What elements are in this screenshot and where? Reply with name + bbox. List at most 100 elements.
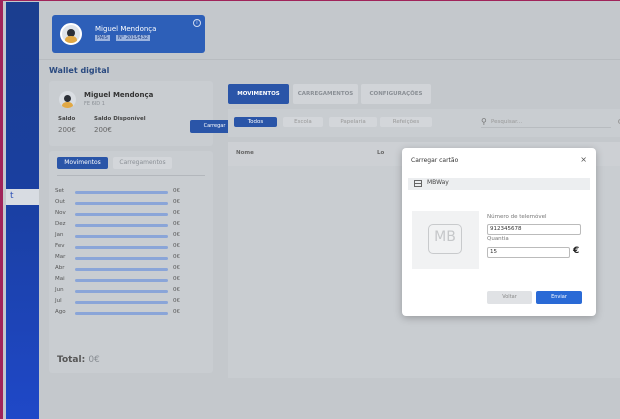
mb-logo: MB [412, 211, 479, 269]
wallet-profile-panel: Miguel Mendonça FE 6ID 1 Saldo Saldo Dis… [49, 81, 239, 146]
search-icon: ⚲ [481, 117, 487, 126]
page-title: Wallet digital [49, 66, 110, 75]
amount-label: Quantia [487, 236, 509, 242]
month-value: 0€ [173, 309, 180, 315]
month-bar [75, 213, 168, 216]
modal-title: Carregar cartão [411, 157, 459, 164]
avatar [59, 91, 76, 108]
month-bar [75, 235, 168, 238]
user-badge-2: N° 2015432 [116, 35, 151, 41]
tab-configuracoes[interactable]: CONFIGURAÇÕES [361, 84, 431, 104]
tab-movimentos[interactable]: Movimentos [57, 157, 108, 169]
total-value: 0€ [88, 355, 100, 365]
month-row: Nov 0€ [55, 209, 180, 219]
month-label: Mar [55, 254, 66, 260]
sidebar-selected-item[interactable]: t [6, 189, 39, 205]
month-label: Ago [55, 309, 66, 315]
amount-field[interactable]: 15 [487, 247, 570, 258]
close-icon[interactable]: × [580, 155, 587, 164]
month-label: Jul [55, 298, 62, 304]
search-input[interactable]: ⚲ Pesquisar... [481, 117, 611, 128]
month-row: Jan 0€ [55, 231, 180, 241]
card-icon [414, 180, 422, 187]
user-card[interactable]: Miguel Mendonça PAIS N° 2015432 i [52, 15, 205, 53]
month-label: Jun [55, 287, 64, 293]
month-row: Mai 0€ [55, 275, 180, 285]
mb-logo-mark: MB [428, 224, 462, 254]
month-value: 0€ [173, 276, 180, 282]
enviar-button[interactable]: Enviar [536, 291, 582, 304]
month-row: Mar 0€ [55, 253, 180, 263]
month-label: Fev [55, 243, 65, 249]
month-value: 0€ [173, 221, 180, 227]
sidebar: t [6, 2, 39, 419]
month-value: 0€ [173, 265, 180, 271]
month-bar [75, 290, 168, 293]
filter-papelaria[interactable]: Papelaria [329, 117, 377, 127]
month-row: Jul 0€ [55, 297, 180, 307]
month-row: Abr 0€ [55, 264, 180, 274]
euro-icon: € [573, 246, 580, 256]
tab-carregamentos-main[interactable]: CARREGAMENTOS [293, 84, 358, 104]
month-row: Fev 0€ [55, 242, 180, 252]
month-bar [75, 191, 168, 194]
carregar-cartao-modal: Carregar cartão × MBWay MB Número de tel… [402, 148, 596, 316]
month-bar [75, 224, 168, 227]
voltar-button[interactable]: Voltar [487, 291, 532, 304]
month-bar [75, 279, 168, 282]
user-name: Miguel Mendonça [95, 25, 157, 33]
month-row: Out 0€ [55, 198, 180, 208]
search-placeholder: Pesquisar... [491, 119, 523, 125]
month-value: 0€ [173, 298, 180, 304]
month-label: Abr [55, 265, 65, 271]
column-header-lo: Lo [377, 150, 385, 156]
divider [39, 59, 620, 60]
phone-field[interactable]: 912345678 [487, 224, 581, 235]
payment-method-mbway[interactable]: MBWay [408, 178, 590, 190]
month-bar [75, 202, 168, 205]
phone-label: Número de telemóvel [487, 214, 547, 220]
history-panel: Movimentos Carregamentos Set 0€ Out 0€ Nov… [49, 151, 213, 373]
month-row: Ago 0€ [55, 308, 180, 318]
filter-refeicoes[interactable]: Refeições [380, 117, 432, 127]
wallet-subtitle: FE 6ID 1 [84, 101, 105, 107]
filter-escola[interactable]: Escola [283, 117, 323, 127]
month-label: Nov [55, 210, 66, 216]
month-label: Set [55, 188, 65, 194]
total-label: Total: [57, 355, 86, 365]
divider [57, 175, 205, 176]
saldo-disponivel-label: Saldo Disponível [94, 116, 146, 122]
avatar [60, 23, 82, 45]
month-bar [75, 312, 168, 315]
tab-carregamentos[interactable]: Carregamentos [113, 157, 172, 169]
month-row: Jun 0€ [55, 286, 180, 296]
month-bar [75, 246, 168, 249]
month-value: 0€ [173, 210, 180, 216]
month-value: 0€ [173, 254, 180, 260]
total: Total: 0€ [57, 355, 100, 365]
month-bar [75, 257, 168, 260]
app-frame: t Miguel Mendonça PAIS N° 2015432 i Wall… [0, 0, 620, 419]
month-bar [75, 301, 168, 304]
month-value: 0€ [173, 232, 180, 238]
column-header-nome: Nome [236, 150, 254, 156]
payment-method-label: MBWay [427, 179, 449, 186]
sidebar-selected-item-label: t [10, 191, 14, 201]
filter-todos[interactable]: Todos [234, 117, 277, 127]
filter-bar: Todos Escola Papelaria Refeições ⚲ Pesqu… [228, 109, 620, 137]
wallet-name: Miguel Mendonça [84, 91, 154, 99]
saldo-disponivel-value: 200€ [94, 126, 112, 134]
user-badge-1: PAIS [95, 35, 110, 41]
month-row: Set 0€ [55, 187, 180, 197]
month-label: Mai [55, 276, 65, 282]
month-label: Out [55, 199, 65, 205]
month-value: 0€ [173, 199, 180, 205]
info-icon[interactable]: i [193, 19, 201, 27]
saldo-label: Saldo [58, 116, 76, 122]
month-label: Jan [55, 232, 64, 238]
month-value: 0€ [173, 287, 180, 293]
month-value: 0€ [173, 188, 180, 194]
month-label: Dez [55, 221, 66, 227]
month-value: 0€ [173, 243, 180, 249]
tab-movimentos-main[interactable]: MOVIMENTOS [228, 84, 289, 104]
